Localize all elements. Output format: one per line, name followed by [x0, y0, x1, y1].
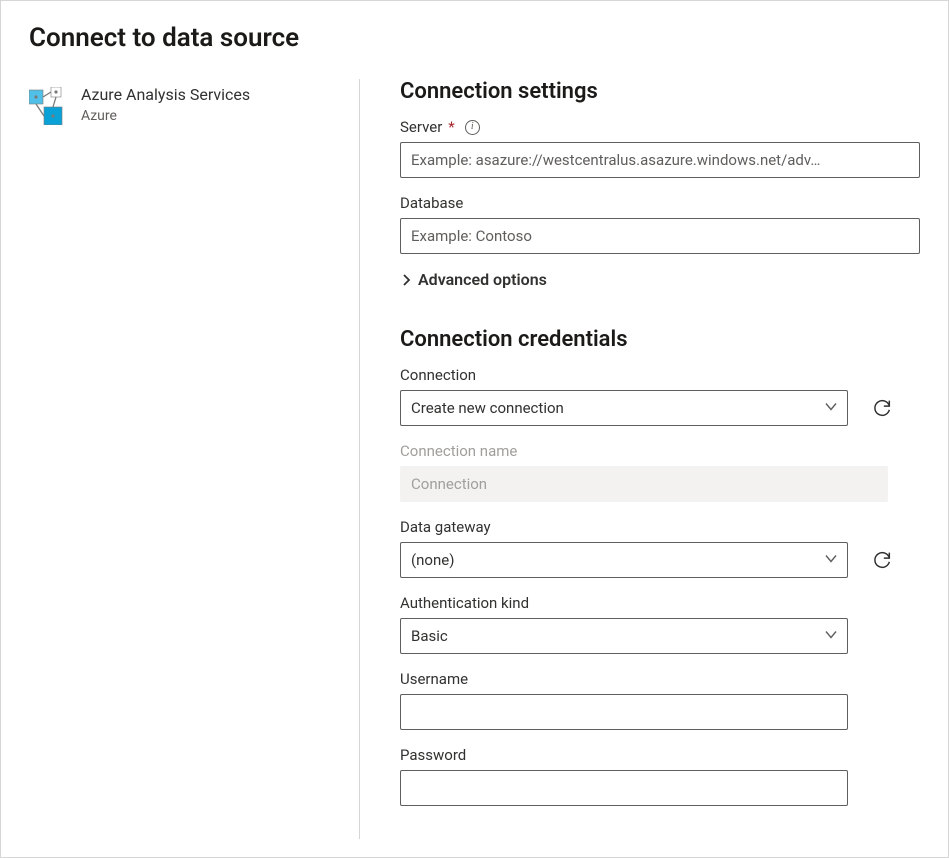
connection-select[interactable] [400, 390, 848, 426]
data-gateway-select[interactable] [400, 542, 848, 578]
info-icon[interactable]: i [465, 120, 480, 135]
database-input[interactable] [400, 218, 920, 254]
required-marker: * [448, 118, 454, 136]
field-password: Password [400, 746, 920, 806]
source-name: Azure Analysis Services [81, 85, 250, 105]
auth-kind-label-text: Authentication kind [400, 594, 529, 612]
source-panel: Azure Analysis Services Azure [29, 79, 359, 125]
section-title-credentials: Connection credentials [400, 327, 920, 352]
auth-kind-select[interactable] [400, 618, 848, 654]
connection-label: Connection [400, 366, 920, 384]
database-label-text: Database [400, 194, 463, 212]
username-label-text: Username [400, 670, 468, 688]
connection-name-label: Connection name [400, 442, 920, 460]
data-gateway-label-text: Data gateway [400, 518, 491, 536]
data-gateway-label: Data gateway [400, 518, 920, 536]
field-connection: Connection [400, 366, 920, 426]
content-columns: Azure Analysis Services Azure Connection… [29, 79, 920, 839]
field-server: Server * i [400, 118, 920, 178]
page-title: Connect to data source [29, 23, 920, 53]
source-category: Azure [81, 107, 250, 125]
password-label: Password [400, 746, 920, 764]
field-auth-kind: Authentication kind [400, 594, 920, 654]
database-label: Database [400, 194, 920, 212]
dialog-frame: Connect to data source [0, 0, 949, 858]
chevron-right-icon [400, 274, 412, 286]
section-title-settings: Connection settings [400, 79, 920, 104]
server-label-text: Server [400, 118, 442, 136]
server-label: Server * i [400, 118, 920, 136]
source-texts: Azure Analysis Services Azure [81, 85, 250, 125]
refresh-icon [871, 549, 893, 571]
server-input[interactable] [400, 142, 920, 178]
password-label-text: Password [400, 746, 466, 764]
connection-name-input [400, 466, 888, 502]
field-connection-name: Connection name [400, 442, 920, 502]
refresh-icon [871, 397, 893, 419]
refresh-connection-button[interactable] [868, 394, 896, 422]
form-panel: Connection settings Server * i Database [360, 79, 920, 822]
field-database: Database [400, 194, 920, 254]
advanced-options-toggle[interactable]: Advanced options [400, 270, 920, 289]
password-input[interactable] [400, 770, 848, 806]
connection-label-text: Connection [400, 366, 476, 384]
azure-analysis-services-icon [29, 87, 67, 125]
username-input[interactable] [400, 694, 848, 730]
field-username: Username [400, 670, 920, 730]
username-label: Username [400, 670, 920, 688]
field-data-gateway: Data gateway [400, 518, 920, 578]
refresh-gateway-button[interactable] [868, 546, 896, 574]
source-item[interactable]: Azure Analysis Services Azure [29, 85, 341, 125]
auth-kind-label: Authentication kind [400, 594, 920, 612]
connection-name-label-text: Connection name [400, 442, 517, 460]
advanced-options-label: Advanced options [418, 270, 547, 289]
